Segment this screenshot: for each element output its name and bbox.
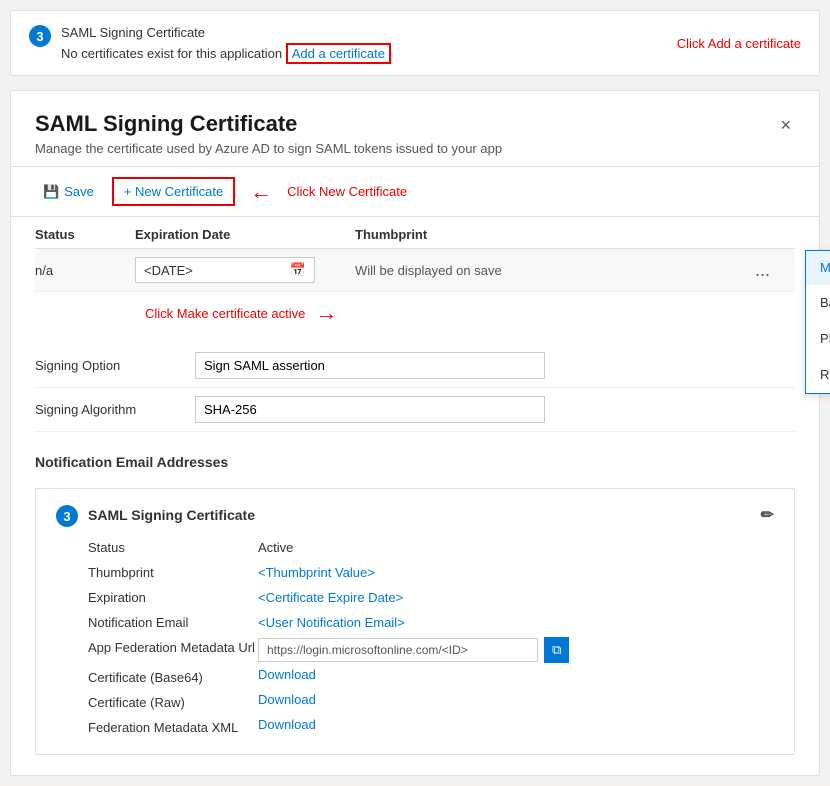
dropdown-item-activate[interactable]: Make certificate active ⏻ [806,251,830,285]
dropdown-menu-list: Make certificate active ⏻ Base64 certifi… [805,250,830,394]
edit-icon[interactable]: ✏ [761,505,774,525]
panel-subtitle: Manage the certificate used by Azure AD … [35,141,502,156]
signing-option-label: Signing Option [35,358,195,373]
cert-raw-download: Download [258,692,774,713]
new-certificate-button[interactable]: + New Certificate [112,177,235,206]
new-cert-hint: Click New Certificate [287,184,407,199]
form-section: Signing Option Signing Algorithm [11,334,819,442]
date-value: <DATE> [144,263,193,278]
cert-base64-label: Certificate (Base64) [88,667,258,688]
status-value: Active [258,537,774,558]
top-card-content: SAML Signing Certificate No certificates… [61,25,647,61]
save-button[interactable]: 💾 Save [35,179,102,205]
certificate-row: n/a <DATE> 📅 Will be displayed on save .… [35,249,795,292]
thumbprint-value: <Thumbprint Value> [258,562,774,583]
step-badge-1: 3 [29,25,51,47]
save-icon: 💾 [43,184,59,200]
signing-algorithm-value [195,396,795,423]
thumbprint-hint: Will be displayed on save [355,263,755,278]
signing-option-input[interactable] [195,352,545,379]
expiration-value: <Certificate Expire Date> [258,587,774,608]
notification-email-label: Notification Email [88,612,258,633]
certificate-table: Status Expiration Date Thumbprint n/a <D… [11,217,819,334]
status-label: Status [88,537,258,558]
fed-metadata-download: Download [258,717,774,738]
signing-option-value [195,352,795,379]
new-cert-label: + New Certificate [124,184,223,199]
top-card-body: No certificates exist for this applicati… [61,46,647,61]
cert-raw-label: Certificate (Raw) [88,692,258,713]
main-panel: SAML Signing Certificate Manage the cert… [10,90,820,776]
federation-url-label: App Federation Metadata Url [88,637,258,663]
col-header-status: Status [35,227,135,242]
more-actions-button[interactable]: ... [755,260,770,281]
cert-base64-download: Download [258,667,774,688]
new-cert-arrow: ← [250,179,272,205]
federation-url-row: ⧉ [258,637,774,663]
activate-label: Make certificate active [820,260,830,275]
panel-title: SAML Signing Certificate [35,111,502,137]
cert-date: <DATE> 📅 [135,257,355,283]
save-label: Save [64,184,94,199]
close-button[interactable]: × [776,111,795,140]
date-input[interactable]: <DATE> 📅 [135,257,315,283]
signing-algorithm-label: Signing Algorithm [35,402,195,417]
table-header-row: Status Expiration Date Thumbprint [35,217,795,249]
signing-algorithm-input[interactable] [195,396,545,423]
dropdown-item-raw[interactable]: Raw certificate download ⬇ [806,357,830,393]
hint-arrow: → [315,300,337,326]
add-certificate-link[interactable]: Add a certificate [286,43,391,64]
raw-label: Raw certificate download [820,367,830,382]
cert-status: n/a [35,263,135,278]
col-header-expiration: Expiration Date [135,227,355,242]
make-active-hint: Click Make certificate active [145,306,305,321]
notification-section-title: Notification Email Addresses [11,442,819,478]
pem-label: PEM certificate download [820,331,830,346]
cert-base64-link[interactable]: Download [258,667,316,682]
notification-email-value: <User Notification Email> [258,612,774,633]
bottom-info-card: 3 SAML Signing Certificate ✏ Status Acti… [35,488,795,755]
top-notification-card: 3 SAML Signing Certificate No certificat… [10,10,820,76]
more-actions-container: ... Make certificate active ⏻ Base64 cer… [755,260,795,281]
copy-url-button[interactable]: ⧉ [544,637,569,663]
step-badge-2: 3 [56,505,78,527]
no-cert-text: No certificates exist for this applicati… [61,46,282,61]
add-cert-hint: Click Add a certificate [677,36,801,51]
cert-raw-link[interactable]: Download [258,692,316,707]
federation-url-input[interactable] [258,638,538,662]
fed-metadata-label: Federation Metadata XML [88,717,258,738]
click-hint-row: Click Make certificate active → [35,292,795,334]
panel-header-text: SAML Signing Certificate Manage the cert… [35,111,502,156]
signing-option-row: Signing Option [35,344,795,388]
bottom-card-content: SAML Signing Certificate ✏ Status Active… [88,505,774,738]
fed-metadata-link[interactable]: Download [258,717,316,732]
info-grid: Status Active Thumbprint <Thumbprint Val… [88,537,774,738]
signing-algorithm-row: Signing Algorithm [35,388,795,432]
panel-header: SAML Signing Certificate Manage the cert… [11,91,819,167]
dropdown-item-pem[interactable]: PEM certificate download ⬇ [806,321,830,357]
thumbprint-label: Thumbprint [88,562,258,583]
bottom-card-title: SAML Signing Certificate ✏ [88,505,774,525]
top-card-title: SAML Signing Certificate [61,25,647,40]
col-header-thumbprint: Thumbprint [355,227,755,242]
base64-label: Base64 certificate downl... [820,295,830,310]
dropdown-menu: Make certificate active ⏻ Base64 certifi… [805,250,830,394]
toolbar: 💾 Save + New Certificate ← Click New Cer… [11,167,819,217]
calendar-icon: 📅 [290,262,306,278]
dropdown-item-base64[interactable]: Base64 certificate downl... ⬇ [806,285,830,321]
col-header-actions [755,227,795,242]
expiration-label: Expiration [88,587,258,608]
